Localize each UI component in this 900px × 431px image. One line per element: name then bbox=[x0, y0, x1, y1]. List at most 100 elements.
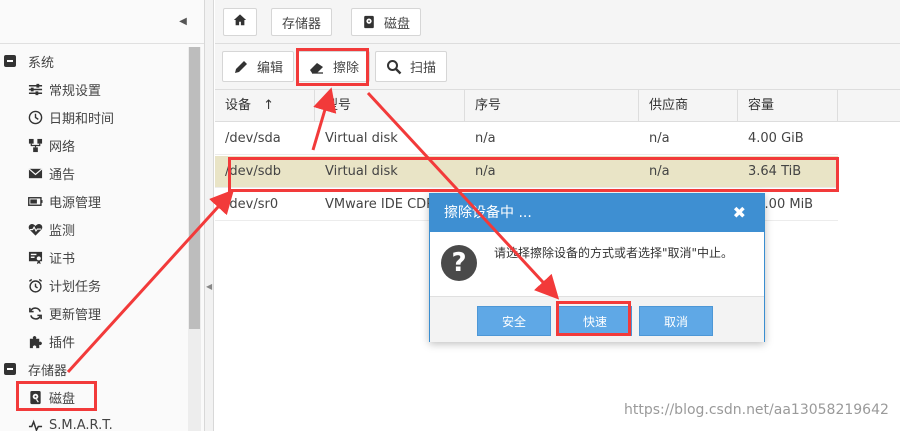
sidebar-item-label: 更新管理 bbox=[49, 307, 102, 323]
splitter-arrow-icon[interactable]: ◀ bbox=[206, 282, 212, 291]
sidebar-item-certificate[interactable]: 证书 bbox=[0, 243, 188, 271]
pulse-icon bbox=[27, 417, 43, 431]
sidebar-item-label: 监测 bbox=[49, 223, 76, 239]
edit-button[interactable]: 编辑 bbox=[222, 51, 295, 82]
breadcrumb-label: 磁盘 bbox=[384, 16, 411, 32]
disk-icon bbox=[362, 15, 376, 29]
table-row[interactable]: /dev/sda Virtual disk n/a n/a 4.00 GiB bbox=[215, 123, 838, 155]
column-label: 容量 bbox=[748, 98, 775, 113]
question-icon: ? bbox=[441, 245, 477, 281]
sidebar-item-label: 证书 bbox=[49, 251, 76, 267]
network-icon bbox=[27, 137, 43, 153]
sidebar-item-datetime[interactable]: 日期和时间 bbox=[0, 103, 188, 131]
clock-icon bbox=[27, 109, 43, 125]
sidebar-item-plugins[interactable]: 插件 bbox=[0, 327, 188, 355]
sidebar-item-label: 网络 bbox=[49, 139, 76, 155]
envelope-icon bbox=[27, 165, 43, 181]
cell-device: /dev/sr0 bbox=[225, 197, 279, 212]
column-label: 型号 bbox=[325, 98, 352, 113]
cell-serial: n/a bbox=[475, 164, 496, 179]
home-icon bbox=[233, 13, 247, 31]
sliders-icon bbox=[27, 81, 43, 97]
panel-splitter[interactable]: ◀ bbox=[205, 0, 214, 431]
scan-label: 扫描 bbox=[410, 61, 437, 76]
column-label: 供应商 bbox=[649, 98, 689, 113]
sidebar-scrollbar[interactable] bbox=[188, 47, 201, 431]
cell-capacity: 3.64 TiB bbox=[748, 164, 802, 179]
table-header: 设备 ↑ 型号 序号 供应商 容量 bbox=[215, 90, 900, 122]
pencil-icon bbox=[233, 59, 249, 75]
sidebar-item-power[interactable]: 电源管理 bbox=[0, 187, 188, 215]
disk-icon bbox=[27, 389, 43, 405]
sidebar: ◀ 系统 常规设置 日期和时间 网络 通告 电源管理 监测 证书 计划任务 更新… bbox=[0, 0, 205, 431]
nav-group-label: 存储器 bbox=[28, 363, 68, 379]
sidebar-item-label: 插件 bbox=[49, 335, 76, 351]
heartbeat-icon bbox=[27, 221, 43, 237]
sort-ascending-icon: ↑ bbox=[263, 98, 275, 113]
nav-tree: 系统 常规设置 日期和时间 网络 通告 电源管理 监测 证书 计划任务 更新管理… bbox=[0, 47, 188, 431]
eraser-icon bbox=[309, 59, 325, 75]
sidebar-item-update-management[interactable]: 更新管理 bbox=[0, 299, 188, 327]
edit-label: 编辑 bbox=[257, 61, 284, 76]
wipe-button[interactable]: 擦除 bbox=[298, 51, 371, 82]
column-header-vendor[interactable]: 供应商 bbox=[639, 90, 738, 122]
sidebar-item-scheduled-tasks[interactable]: 计划任务 bbox=[0, 271, 188, 299]
collapse-left-icon[interactable]: ◀ bbox=[176, 14, 190, 30]
breadcrumb-disks[interactable]: 磁盘 bbox=[351, 8, 422, 36]
secure-button[interactable]: 安全 bbox=[477, 306, 551, 336]
quick-button[interactable]: 快速 bbox=[558, 306, 632, 336]
nav-group-system[interactable]: 系统 bbox=[0, 47, 188, 75]
table-row-selected[interactable]: /dev/sdb Virtual disk n/a n/a 3.64 TiB bbox=[215, 156, 838, 188]
sidebar-item-disks[interactable]: 磁盘 bbox=[0, 383, 188, 411]
cell-device: /dev/sdb bbox=[225, 164, 281, 179]
battery-icon bbox=[27, 193, 43, 209]
puzzle-icon bbox=[27, 333, 43, 349]
collapse-minus-icon[interactable] bbox=[4, 55, 16, 67]
sidebar-item-label: 日期和时间 bbox=[49, 111, 115, 127]
cancel-button[interactable]: 取消 bbox=[639, 306, 713, 336]
dialog-footer: 安全 快速 取消 bbox=[430, 296, 764, 342]
sidebar-item-label: 常规设置 bbox=[49, 83, 102, 99]
cell-serial: n/a bbox=[475, 131, 496, 146]
dialog-titlebar: 擦除设备中 ... ✖ bbox=[430, 194, 764, 232]
sidebar-item-notification[interactable]: 通告 bbox=[0, 159, 188, 187]
sidebar-item-label: 计划任务 bbox=[49, 279, 102, 295]
watermark: https://blog.csdn.net/aa13058219642 bbox=[624, 402, 889, 418]
collapse-minus-icon[interactable] bbox=[4, 363, 16, 375]
dialog-title: 擦除设备中 ... bbox=[444, 205, 532, 221]
breadcrumb-storage[interactable]: 存储器 bbox=[271, 8, 333, 36]
cell-model: Virtual disk bbox=[325, 131, 398, 146]
wipe-label: 擦除 bbox=[333, 61, 360, 76]
toolbar: 编辑 擦除 扫描 bbox=[215, 44, 900, 90]
scan-button[interactable]: 扫描 bbox=[375, 51, 448, 82]
nav-group-storage[interactable]: 存储器 bbox=[0, 355, 188, 383]
column-header-capacity[interactable]: 容量 bbox=[738, 90, 838, 122]
sidebar-item-label: 电源管理 bbox=[49, 195, 102, 211]
sidebar-item-general[interactable]: 常规设置 bbox=[0, 75, 188, 103]
sidebar-item-network[interactable]: 网络 bbox=[0, 131, 188, 159]
column-header-device[interactable]: 设备 ↑ bbox=[215, 90, 315, 122]
breadcrumb-label: 存储器 bbox=[282, 16, 322, 32]
sidebar-item-monitoring[interactable]: 监测 bbox=[0, 215, 188, 243]
alarm-clock-icon bbox=[27, 277, 43, 293]
cell-device: /dev/sda bbox=[225, 131, 281, 146]
cell-capacity: 4.00 GiB bbox=[748, 131, 804, 146]
column-header-model[interactable]: 型号 bbox=[315, 90, 465, 122]
cell-vendor: n/a bbox=[649, 131, 670, 146]
close-icon[interactable]: ✖ bbox=[733, 194, 746, 232]
sidebar-item-smart[interactable]: S.M.A.R.T. bbox=[0, 411, 188, 431]
cell-vendor: n/a bbox=[649, 164, 670, 179]
column-label: 设备 bbox=[225, 98, 252, 113]
breadcrumb: 存储器 磁盘 bbox=[215, 0, 900, 44]
wipe-device-dialog: 擦除设备中 ... ✖ ? 请选择擦除设备的方式或者选择"取消"中止。 安全 快… bbox=[429, 193, 765, 342]
search-icon bbox=[386, 59, 402, 75]
sidebar-item-label: 通告 bbox=[49, 167, 76, 183]
sidebar-item-label: S.M.A.R.T. bbox=[49, 417, 113, 431]
nav-group-label: 系统 bbox=[28, 55, 55, 71]
breadcrumb-home[interactable] bbox=[223, 8, 257, 36]
column-header-serial[interactable]: 序号 bbox=[465, 90, 639, 122]
sidebar-scroll-thumb[interactable] bbox=[189, 47, 200, 329]
dialog-message: 请选择擦除设备的方式或者选择"取消"中止。 bbox=[494, 246, 734, 260]
column-label: 序号 bbox=[475, 98, 502, 113]
certificate-icon bbox=[27, 249, 43, 265]
